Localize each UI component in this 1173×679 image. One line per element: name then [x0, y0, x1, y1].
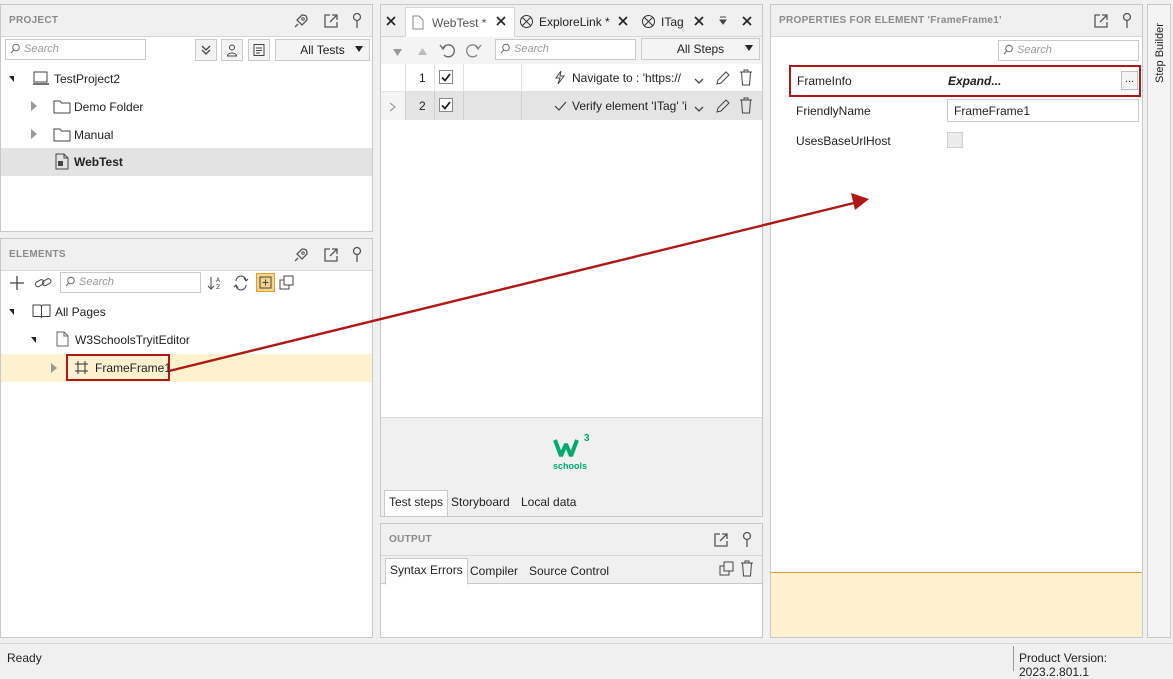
annotation-arrow	[168, 193, 869, 373]
status-text: Ready	[7, 651, 42, 665]
product-version: Product Version: 2023.2.801.1	[1019, 651, 1108, 679]
status-divider	[1013, 646, 1014, 671]
status-bar: Ready Product Version: 2023.2.801.1	[0, 643, 1173, 679]
